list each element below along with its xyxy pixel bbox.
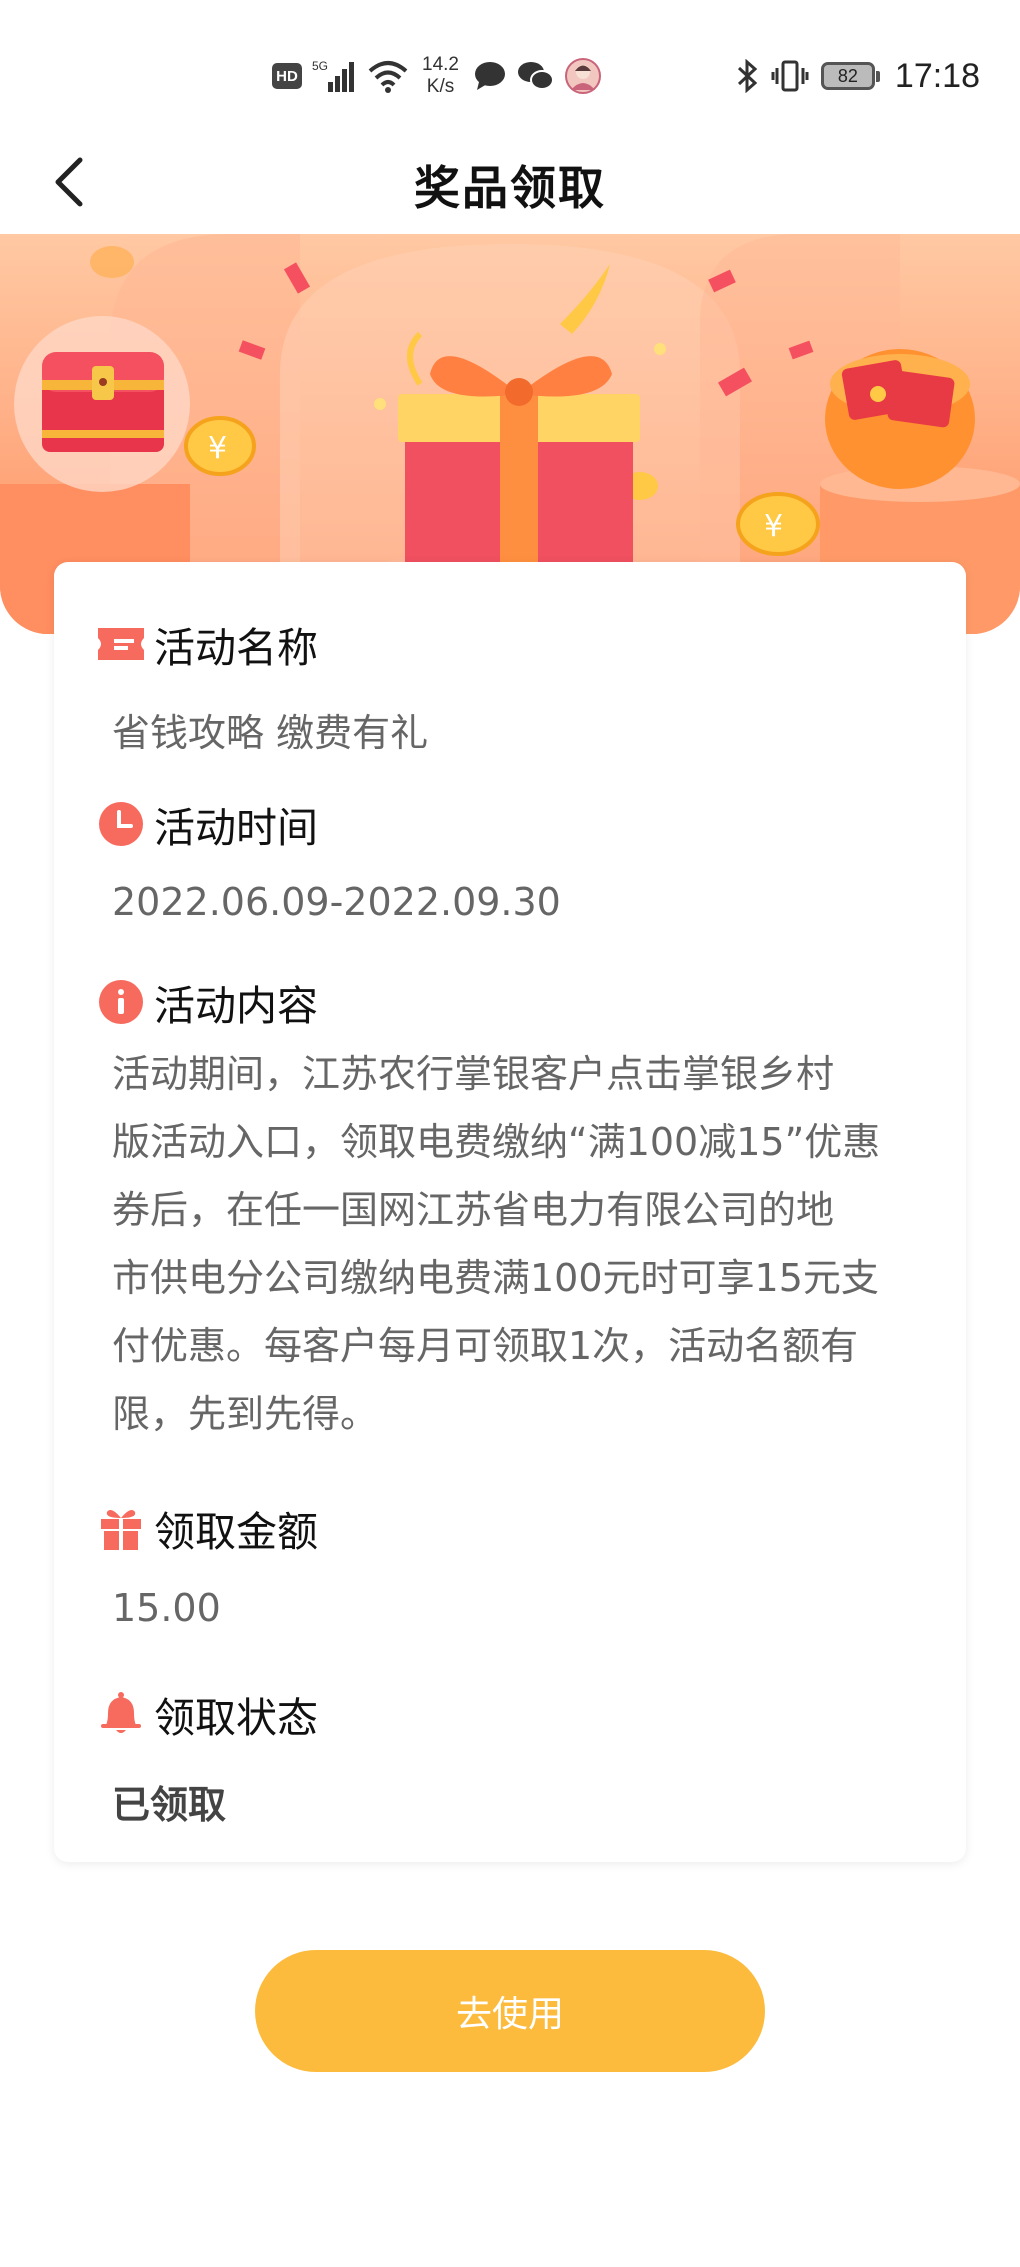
svg-text:¥: ¥ [764,509,783,544]
section-activity-time: 活动时间 [98,794,318,854]
vibrate-icon [771,60,809,92]
content-line: 券后，在任一国网江苏省电力有限公司的地 [112,1188,835,1232]
network-speed: 14.2 K/s [422,54,459,98]
activity-time-label: 活动时间 [154,804,318,852]
cellular-signal-icon: 5G [312,59,354,92]
claim-amount-label: 领取金额 [154,1508,318,1556]
net-speed-value: 14.2 [422,54,459,75]
claim-status-value: 已领取 [112,1783,227,1827]
status-right: 82 17:18 [735,52,980,100]
net-speed-unit: K/s [426,76,455,97]
content-line: 版活动入口，领取电费缴纳“满100减15”优惠 [112,1120,881,1164]
activity-name-label: 活动名称 [154,624,318,672]
battery-indicator: 82 [820,62,880,90]
wechat-icon [517,62,554,90]
section-activity-content: 活动内容 [98,972,318,1032]
content-line: 限，先到先得。 [112,1392,379,1436]
avatar-notification-icon [564,58,601,94]
gift-icon [98,1505,144,1551]
svg-text:¥: ¥ [208,431,227,466]
content-line: 付优惠。每客户每月可领取1次，活动名额有 [112,1324,859,1368]
section-claim-amount: 领取金额 [98,1498,318,1558]
section-claim-status: 领取状态 [98,1684,318,1744]
clock-icon [98,801,144,847]
hd-badge: HD [272,63,302,89]
info-icon [98,979,144,1025]
status-left: HD 5G 14.2 K/s [272,52,601,100]
use-coupon-button[interactable]: 去使用 [255,1950,765,2072]
ticket-icon [98,621,144,667]
wifi-icon [368,61,408,93]
claim-status-label: 领取状态 [154,1694,318,1742]
activity-content-text: 活动期间，江苏农行掌银客户点击掌银乡村 版活动入口，领取电费缴纳“满100减15… [112,1040,932,1448]
status-time: 17:18 [894,56,980,95]
activity-content-label: 活动内容 [154,982,318,1030]
red-envelope-bowl-illustration [825,349,975,489]
activity-name-value: 省钱攻略 缴费有礼 [112,711,429,755]
content-line: 市供电分公司缴纳电费满100元时可享15元支 [112,1256,879,1300]
page-title: 奖品领取 [414,161,606,215]
bell-icon [98,1691,144,1737]
section-activity-name: 活动名称 [98,614,318,674]
bluetooth-icon [737,59,758,93]
content-line: 活动期间，江苏农行掌银客户点击掌银乡村 [112,1052,835,1096]
message-icon [474,62,505,90]
activity-time-value: 2022.06.09-2022.09.30 [112,880,561,924]
claim-amount-value: 15.00 [112,1586,221,1630]
status-bar: HD 5G 14.2 K/s 82 17:18 [0,0,1020,150]
activity-detail-card: 活动名称 省钱攻略 缴费有礼 活动时间 2022.06.09-2022.09.3… [54,562,966,1862]
nav-bar: 奖品领取 [0,130,1020,234]
signal-5g-label: 5G [312,59,328,73]
treasure-chest-icon [42,352,164,452]
